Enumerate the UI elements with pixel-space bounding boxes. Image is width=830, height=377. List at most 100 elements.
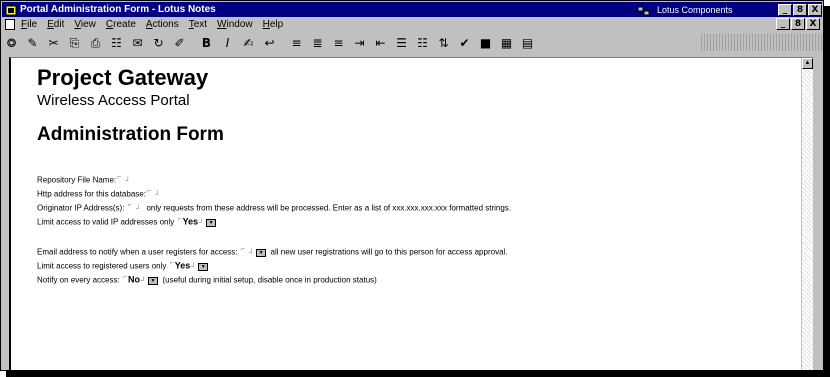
bullets-icon[interactable]: ☰ bbox=[392, 34, 411, 53]
paste-icon[interactable]: ⎙ bbox=[86, 34, 105, 53]
spellcheck-icon[interactable]: ✔ bbox=[455, 34, 474, 53]
italic-icon[interactable]: I bbox=[218, 34, 237, 53]
notify-value[interactable]: No bbox=[128, 275, 140, 285]
limit-ip-label: Limit access to valid IP addresses only bbox=[37, 217, 175, 227]
doc-restore-button[interactable]: 8 bbox=[791, 18, 805, 30]
menu-edit[interactable]: Edit bbox=[47, 19, 64, 30]
close-button[interactable]: X bbox=[808, 3, 822, 16]
notify-note: (useful during initial setup, disable on… bbox=[162, 275, 377, 285]
email-field[interactable] bbox=[246, 248, 248, 257]
email-dropdown-button[interactable]: ▼ bbox=[256, 248, 267, 257]
doc-minimize-button[interactable]: _ bbox=[776, 18, 790, 30]
minimize-button[interactable]: _ bbox=[778, 3, 792, 16]
menu-help[interactable]: Help bbox=[263, 19, 284, 30]
lotus-components-label[interactable]: Lotus Components bbox=[657, 5, 777, 15]
notify-dropdown-button[interactable]: ▼ bbox=[148, 276, 158, 285]
menu-create[interactable]: Create bbox=[106, 19, 136, 30]
align-right-icon[interactable]: ≡ bbox=[329, 34, 348, 53]
application-window: Portal Administration Form - Lotus Notes… bbox=[0, 0, 824, 371]
email-row: Email address to notify when a user regi… bbox=[37, 243, 511, 257]
document-area: Project Gateway Wireless Access Portal A… bbox=[9, 57, 813, 370]
attach-icon[interactable]: ✐ bbox=[170, 34, 189, 53]
outdent-icon[interactable]: ⇤ bbox=[371, 34, 390, 53]
window-shadow-bottom bbox=[6, 370, 830, 377]
originator-field[interactable] bbox=[133, 204, 135, 213]
page-title: Project Gateway bbox=[37, 65, 209, 90]
limit-reg-dropdown-button[interactable]: ▼ bbox=[198, 262, 209, 271]
menu-file[interactable]: File bbox=[21, 19, 37, 30]
originator-note: only requests from these address will be… bbox=[146, 203, 512, 213]
limit-reg-value[interactable]: Yes bbox=[175, 261, 191, 271]
cut-icon[interactable]: ✂ bbox=[44, 34, 63, 53]
send-icon[interactable]: ✉ bbox=[128, 34, 147, 53]
page-subtitle: Wireless Access Portal bbox=[37, 92, 190, 109]
abc-icon[interactable]: ■ bbox=[476, 34, 495, 53]
email-note: all new user registrations will go to th… bbox=[270, 247, 508, 257]
field-start-bracket: ⌐ bbox=[177, 216, 182, 223]
originator-row: Originator IP Address(s): ⌐ ┘ only reque… bbox=[37, 199, 511, 213]
limit-ip-dropdown-button[interactable]: ▼ bbox=[206, 218, 217, 227]
http-row: Http address for this database:⌐ ┘ bbox=[37, 185, 511, 199]
calendar-icon[interactable]: ▦ bbox=[497, 34, 516, 53]
http-label: Http address for this database: bbox=[37, 189, 146, 199]
limit-reg-label: Limit access to registered users only bbox=[37, 261, 167, 271]
field-start-bracket: ⌐ bbox=[169, 260, 174, 267]
repository-label: Repository File Name: bbox=[37, 175, 117, 185]
menu-text[interactable]: Text bbox=[189, 19, 207, 30]
document-header: Project Gateway Wireless Access Portal A… bbox=[37, 66, 224, 146]
field-end-bracket: ┘ bbox=[191, 263, 197, 271]
limit-ip-row: Limit access to valid IP addresses only … bbox=[37, 213, 511, 227]
paragraph-style-icon[interactable]: ↩ bbox=[260, 34, 279, 53]
doc-close-button[interactable]: X bbox=[806, 18, 820, 30]
field-start-bracket: ⌐ bbox=[146, 188, 152, 195]
menu-window[interactable]: Window bbox=[217, 19, 253, 30]
smarticon-toolbar: ⭗ ✎ ✂ ⎘ ⎙ ☷ ✉ ↻ ✐ B I ✍ ↩ ≡ ≣ ≡ ⇥ ⇤ ☰ ☷ ⇅ ✔ ■ ▦ ▤ bbox=[2, 32, 822, 54]
repository-row: Repository File Name:⌐ ┘ bbox=[37, 171, 511, 185]
window-shadow-right bbox=[823, 6, 830, 377]
navigator-icon[interactable]: ⭗ bbox=[2, 34, 21, 53]
field-end-bracket: ┘ bbox=[141, 277, 146, 285]
field-end-bracket: ┘ bbox=[136, 205, 141, 213]
limit-ip-value[interactable]: Yes bbox=[183, 217, 199, 227]
menu-bar: File Edit View Create Actions Text Windo… bbox=[2, 17, 822, 31]
field-end-bracket: ┘ bbox=[199, 219, 205, 227]
lotus-components-icon[interactable] bbox=[637, 4, 651, 16]
notify-label: Notify on every access: bbox=[37, 275, 120, 285]
field-start-bracket: ⌐ bbox=[122, 274, 128, 281]
window-title: Portal Administration Form - Lotus Notes bbox=[20, 4, 216, 15]
form-heading: Administration Form bbox=[37, 124, 224, 145]
menu-view[interactable]: View bbox=[74, 19, 96, 30]
highlight-icon[interactable]: ✍ bbox=[239, 34, 258, 53]
document-control-icon[interactable] bbox=[5, 18, 15, 30]
restore-button[interactable]: 8 bbox=[793, 3, 807, 16]
align-left-icon[interactable]: ≡ bbox=[287, 34, 306, 53]
field-start-bracket: ⌐ bbox=[240, 246, 245, 253]
table-icon[interactable]: ☷ bbox=[107, 34, 126, 53]
lotus-notes-icon[interactable] bbox=[5, 4, 17, 16]
field-start-bracket: ⌐ bbox=[117, 174, 122, 181]
toolbar-filler bbox=[701, 34, 822, 51]
menu-actions[interactable]: Actions bbox=[146, 19, 179, 30]
limit-reg-row: Limit access to registered users only ⌐Y… bbox=[37, 257, 511, 271]
field-start-bracket: ⌐ bbox=[127, 202, 132, 209]
email-label: Email address to notify when a user regi… bbox=[37, 247, 238, 257]
sort-icon[interactable]: ⇅ bbox=[434, 34, 453, 53]
field-end-bracket: ┘ bbox=[155, 191, 161, 199]
notify-row: Notify on every access: ⌐No┘ ▼ (useful du… bbox=[37, 271, 511, 285]
scroll-up-button[interactable]: ▲ bbox=[802, 58, 813, 69]
originator-label: Originator IP Address(s): bbox=[37, 203, 125, 213]
edit-doc-icon[interactable]: ✎ bbox=[23, 34, 42, 53]
indent-icon[interactable]: ⇥ bbox=[350, 34, 369, 53]
field-end-bracket: ┘ bbox=[125, 177, 131, 185]
http-field[interactable] bbox=[152, 190, 154, 199]
vertical-scrollbar[interactable]: ▲ bbox=[801, 58, 813, 370]
properties-icon[interactable]: ▤ bbox=[518, 34, 537, 53]
numbers-icon[interactable]: ☷ bbox=[413, 34, 432, 53]
copy-icon[interactable]: ⎘ bbox=[65, 34, 84, 53]
refresh-icon[interactable]: ↻ bbox=[149, 34, 168, 53]
form-fields: Repository File Name:⌐ ┘ Http address fo… bbox=[37, 171, 511, 285]
bold-icon[interactable]: B bbox=[197, 34, 216, 53]
field-end-bracket: ┘ bbox=[249, 249, 255, 257]
align-center-icon[interactable]: ≣ bbox=[308, 34, 327, 53]
